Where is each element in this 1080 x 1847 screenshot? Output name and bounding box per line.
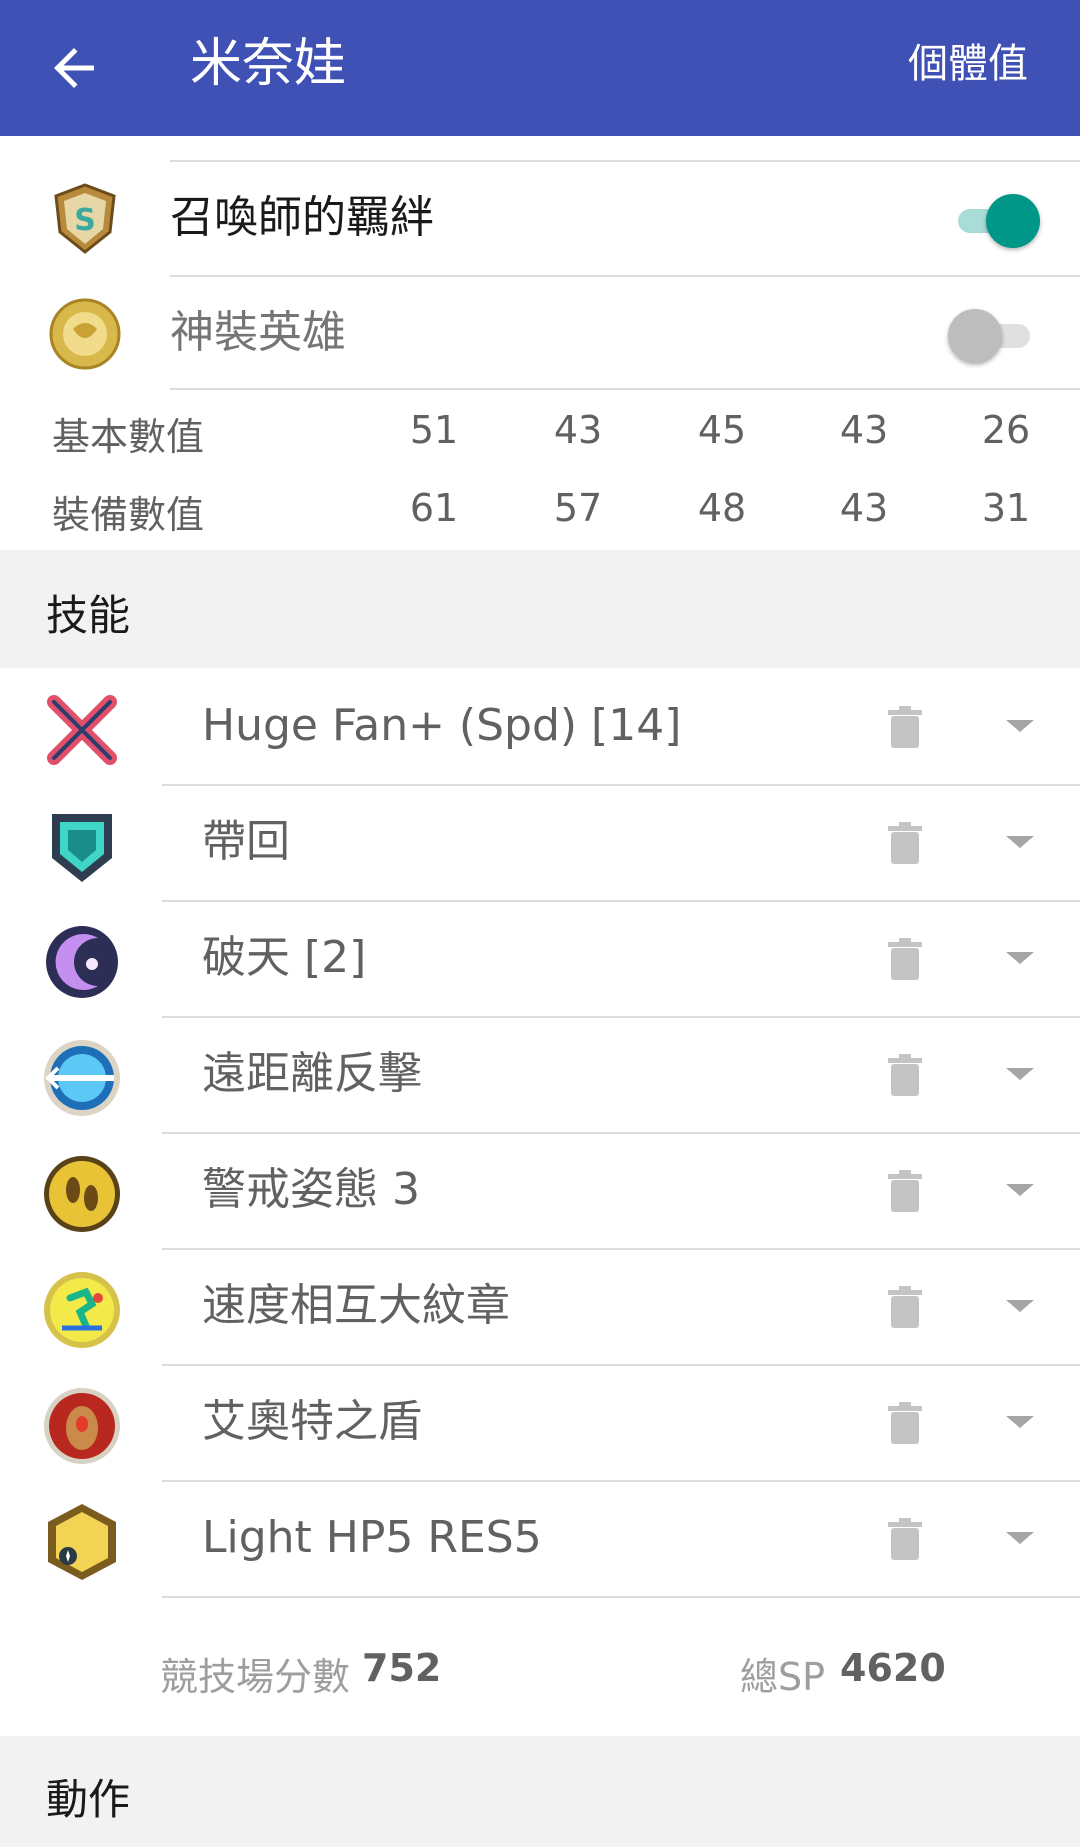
divider: [170, 275, 1080, 277]
skill-row-c-passive[interactable]: 速度相互大紋章: [0, 1250, 1080, 1366]
total-sp-label: 總SP: [740, 1655, 826, 1699]
skill-name: 帶回: [202, 816, 290, 867]
summoner-support-label: 召喚師的羈絆: [170, 192, 434, 243]
skill-name: 速度相互大紋章: [202, 1280, 510, 1331]
trash-icon[interactable]: [888, 938, 922, 980]
summoner-support-switch[interactable]: [948, 194, 1040, 248]
skill-row-a-passive[interactable]: 遠距離反擊: [0, 1018, 1080, 1134]
skill-row-weapon[interactable]: Huge Fan+ (Spd) [14]: [0, 670, 1080, 786]
divider: [170, 160, 1080, 162]
trash-icon[interactable]: [888, 706, 922, 748]
arena-score-value: 752: [362, 1646, 442, 1690]
chevron-down-icon[interactable]: [1006, 952, 1034, 964]
skill-name: 遠距離反擊: [202, 1048, 422, 1099]
resplendent-hero-switch[interactable]: [948, 309, 1040, 363]
sacred-seal-light-icon: [48, 1504, 116, 1580]
summoner-support-row[interactable]: S 召喚師的羈絆: [0, 160, 1080, 275]
trash-icon[interactable]: [888, 1286, 922, 1328]
stat-value: 43: [839, 408, 889, 452]
chevron-down-icon[interactable]: [1006, 1416, 1034, 1428]
switch-thumb: [948, 309, 1002, 363]
crossed-swords-weapon-icon: [47, 695, 117, 765]
actions-section-header: 動作: [0, 1736, 1080, 1847]
stat-value: 31: [981, 486, 1031, 530]
chevron-down-icon[interactable]: [1006, 836, 1034, 848]
assist-shield-icon: [52, 814, 112, 882]
skill-name: 破天 [2]: [202, 932, 367, 983]
equipped-stats-label: 裝備數值: [52, 493, 205, 537]
trash-icon[interactable]: [888, 1402, 922, 1444]
skill-name: 警戒姿態 3: [202, 1164, 420, 1215]
stat-value: 57: [553, 486, 603, 530]
chevron-down-icon[interactable]: [1006, 1184, 1034, 1196]
skill-row-assist[interactable]: 帶回: [0, 786, 1080, 902]
section-title: 技能: [46, 591, 131, 640]
skill-row-special[interactable]: 破天 [2]: [0, 902, 1080, 1018]
arena-score-label: 競技場分數: [160, 1655, 351, 1699]
stat-value: 26: [981, 408, 1031, 452]
stat-value: 43: [839, 486, 889, 530]
skill-row-b-passive[interactable]: 警戒姿態 3: [0, 1134, 1080, 1250]
spd-tactic-runner-icon: [44, 1272, 120, 1348]
skill-name: 艾奧特之盾: [202, 1396, 422, 1447]
switch-thumb: [986, 194, 1040, 248]
chevron-down-icon[interactable]: [1006, 1068, 1034, 1080]
chevron-down-icon[interactable]: [1006, 1300, 1034, 1312]
divider: [170, 388, 1080, 390]
skill-row-c-passive-2[interactable]: 艾奧特之盾: [0, 1366, 1080, 1482]
total-sp-value: 4620: [840, 1646, 946, 1690]
resplendent-hero-label: 神裝英雄: [170, 307, 346, 358]
skill-row-sacred-seal[interactable]: Light HP5 RES5: [0, 1482, 1080, 1598]
stat-value: 48: [697, 486, 747, 530]
stat-value: 45: [697, 408, 747, 452]
app-bar: 米奈娃 個體值: [0, 0, 1080, 136]
trash-icon[interactable]: [888, 1170, 922, 1212]
trash-icon[interactable]: [888, 1518, 922, 1560]
stat-value: 51: [409, 408, 459, 452]
ivs-button[interactable]: 個體值: [908, 36, 1028, 92]
skills-section-header: 技能: [0, 550, 1080, 668]
chevron-down-icon[interactable]: [1006, 1532, 1034, 1544]
divider: [162, 1596, 1080, 1598]
base-stats-row: 基本數值 51 43 45 43 26: [0, 400, 1080, 470]
chevron-down-icon[interactable]: [1006, 720, 1034, 732]
svg-text:S: S: [74, 203, 96, 238]
trash-icon[interactable]: [888, 1054, 922, 1096]
distant-counter-icon: [44, 1040, 120, 1116]
crescent-special-icon: [46, 926, 118, 998]
resplendent-hero-wax-seal-icon: [49, 298, 121, 370]
footprints-vantage-icon: [44, 1156, 120, 1232]
score-summary: 競技場分數 752 總SP 4620: [0, 1600, 1080, 1736]
stat-value: 43: [553, 408, 603, 452]
summoner-support-s-badge-icon: S: [54, 183, 116, 254]
resplendent-hero-row[interactable]: 神裝英雄: [0, 275, 1080, 390]
base-stats-label: 基本數值: [52, 415, 205, 459]
skill-name: Light HP5 RES5: [202, 1512, 542, 1563]
page-title: 米奈娃: [190, 34, 347, 94]
skill-name: Huge Fan+ (Spd) [14]: [202, 700, 682, 751]
back-arrow-icon[interactable]: [44, 38, 104, 98]
trash-icon[interactable]: [888, 822, 922, 864]
section-title: 動作: [46, 1775, 131, 1824]
equipped-stats-row: 裝備數值 61 57 48 43 31: [0, 478, 1080, 548]
iotes-shield-icon: [44, 1388, 120, 1464]
stat-value: 61: [409, 486, 459, 530]
